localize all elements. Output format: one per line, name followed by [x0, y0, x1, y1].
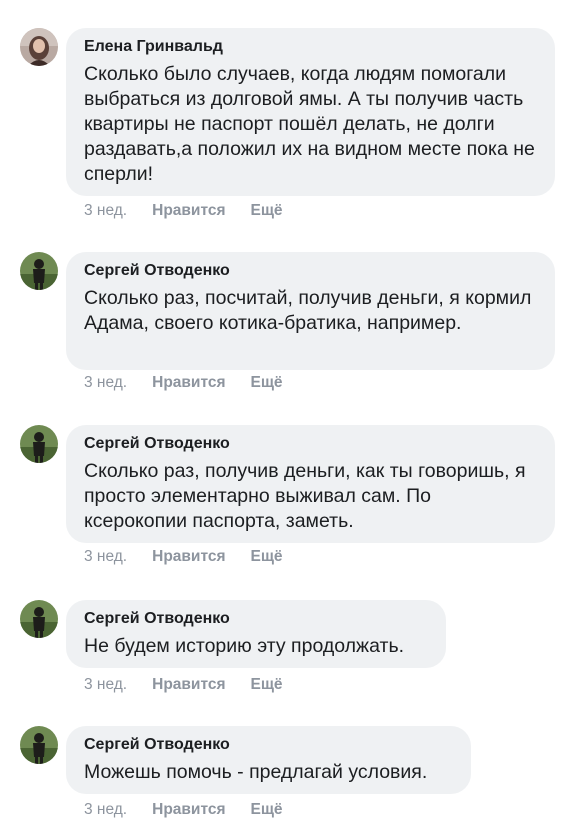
avatar[interactable]	[20, 252, 58, 290]
comment-text: Не будем историю эту продолжать.	[84, 635, 405, 657]
comment-time[interactable]: 3 нед.	[84, 202, 127, 220]
comment-text: Сколько раз, посчитай, получив деньги, я…	[84, 287, 532, 334]
comment-text: Можешь помочь - предлагай условия.	[84, 761, 428, 783]
comment-time[interactable]: 3 нед.	[84, 801, 127, 819]
user-photo-silhouette-icon	[20, 425, 58, 463]
like-button[interactable]: Нравится	[152, 801, 225, 819]
comment-actions: 3 нед. Нравится Ещё	[84, 801, 283, 819]
comment-text: Сколько было случаев, когда людям помога…	[84, 63, 535, 185]
comment-actions: 3 нед. Нравится Ещё	[84, 548, 283, 566]
comment-actions: 3 нед. Нравится Ещё	[84, 202, 283, 220]
more-button[interactable]: Ещё	[251, 374, 283, 392]
avatar[interactable]	[20, 28, 58, 66]
comment-text: Сколько раз, получив деньги, как ты гово…	[84, 460, 526, 532]
avatar[interactable]	[20, 600, 58, 638]
more-button[interactable]: Ещё	[251, 548, 283, 566]
user-photo-female-icon	[20, 28, 58, 66]
avatar[interactable]	[20, 425, 58, 463]
comment-time[interactable]: 3 нед.	[84, 374, 127, 392]
comment-author[interactable]: Сергей Отводенко	[84, 434, 537, 454]
comment-time[interactable]: 3 нед.	[84, 548, 127, 566]
comment-author[interactable]: Сергей Отводенко	[84, 609, 428, 629]
user-photo-silhouette-icon	[20, 726, 58, 764]
user-photo-silhouette-icon	[20, 252, 58, 290]
comment-bubble: Сергей Отводенко Не будем историю эту пр…	[66, 600, 446, 668]
like-button[interactable]: Нравится	[152, 202, 225, 220]
more-button[interactable]: Ещё	[251, 202, 283, 220]
comment-time[interactable]: 3 нед.	[84, 676, 127, 694]
more-button[interactable]: Ещё	[251, 676, 283, 694]
comment-author[interactable]: Елена Гринвальд	[84, 37, 537, 57]
comment-bubble: Сергей Отводенко Сколько раз, посчитай, …	[66, 252, 555, 370]
comment-bubble: Сергей Отводенко Сколько раз, получив де…	[66, 425, 555, 543]
like-button[interactable]: Нравится	[152, 676, 225, 694]
like-button[interactable]: Нравится	[152, 374, 225, 392]
more-button[interactable]: Ещё	[251, 801, 283, 819]
comment-bubble: Елена Гринвальд Сколько было случаев, ко…	[66, 28, 555, 196]
comment-actions: 3 нед. Нравится Ещё	[84, 676, 283, 694]
comment-author[interactable]: Сергей Отводенко	[84, 735, 453, 755]
user-photo-silhouette-icon	[20, 600, 58, 638]
comment-actions: 3 нед. Нравится Ещё	[84, 374, 283, 392]
like-button[interactable]: Нравится	[152, 548, 225, 566]
comment-author[interactable]: Сергей Отводенко	[84, 261, 537, 281]
avatar[interactable]	[20, 726, 58, 764]
comment-bubble: Сергей Отводенко Можешь помочь - предлаг…	[66, 726, 471, 794]
